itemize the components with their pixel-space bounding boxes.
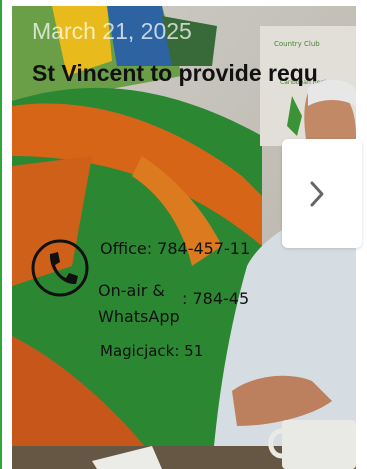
left-edge-strip xyxy=(0,0,2,469)
article-headline[interactable]: St Vincent to provide requ xyxy=(32,60,318,87)
carousel-next-button[interactable] xyxy=(282,139,362,248)
chevron-right-icon xyxy=(310,181,324,206)
article-date: March 21, 2025 xyxy=(32,18,192,44)
page: Country Club Caribbean Region Office: 78… xyxy=(0,0,367,469)
